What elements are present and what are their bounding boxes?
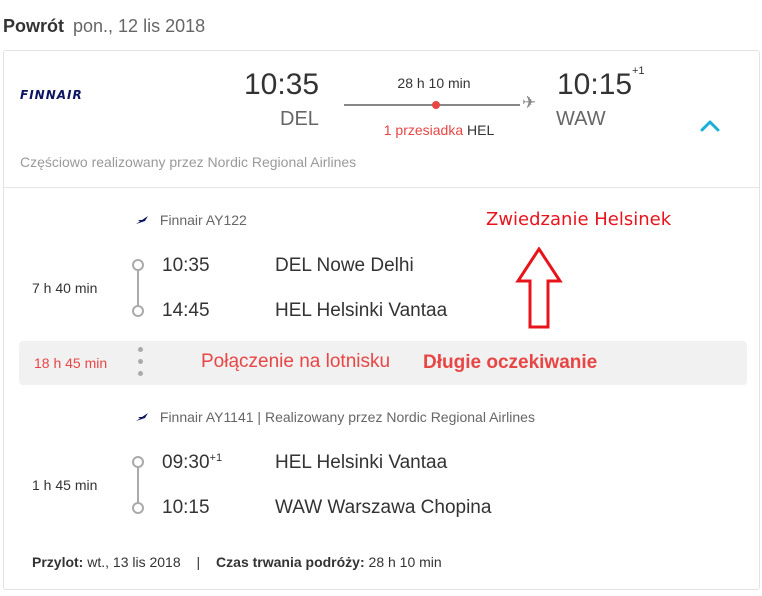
stops-info: 1 przesiadka HEL bbox=[344, 122, 534, 138]
plane-icon: ✈ bbox=[522, 93, 537, 112]
trip-duration-value: 28 h 10 min bbox=[368, 554, 442, 570]
departure-time: 10:35 bbox=[244, 68, 320, 101]
segment-1-duration: 7 h 40 min bbox=[32, 280, 98, 296]
stop-dot bbox=[432, 101, 440, 109]
total-duration: 28 h 10 min bbox=[397, 75, 471, 91]
timeline-end-dot bbox=[132, 305, 144, 317]
layover-text: Połączenie na lotnisku bbox=[201, 351, 391, 372]
flight-card: FINNAIR 10:35 DEL 28 h 10 min ✈ 1 przesi… bbox=[3, 50, 760, 590]
layover-duration: 18 h 45 min bbox=[34, 355, 108, 371]
return-header: Powrót pon., 12 lis 2018 bbox=[3, 16, 205, 37]
trip-footer: Przylot: wt., 13 lis 2018 | Czas trwania… bbox=[32, 554, 442, 570]
finnair-icon bbox=[136, 216, 148, 224]
arrival-date: wt., 13 lis 2018 bbox=[87, 554, 181, 570]
trip-duration-label: Czas trwania podróży: bbox=[216, 554, 365, 570]
annotation-arrow-icon bbox=[515, 247, 563, 329]
segment-2-dep-time: 09:30+1 bbox=[162, 452, 222, 474]
segment-2-arr-time: 10:15 bbox=[162, 497, 210, 518]
finnair-icon bbox=[136, 413, 148, 421]
segment-1-arr-place: HEL Helsinki Vantaa bbox=[275, 300, 448, 321]
chevron-up-icon[interactable] bbox=[698, 114, 722, 138]
segment-1-dep-time: 10:35 bbox=[162, 255, 210, 276]
segment-1-arr-time: 14:45 bbox=[162, 300, 210, 321]
arrival-day-offset: +1 bbox=[632, 65, 645, 77]
segment-2-arr-place: WAW Warszawa Chopina bbox=[275, 497, 492, 518]
footer-separator: | bbox=[196, 554, 201, 570]
timeline-start-dot bbox=[132, 456, 144, 468]
layover-row: 18 h 45 min Połączenie na lotnisku Długi… bbox=[19, 341, 747, 385]
return-label: Powrót bbox=[3, 16, 64, 36]
finnair-logo: FINNAIR bbox=[20, 88, 83, 102]
departure-airport-code: DEL bbox=[280, 108, 319, 130]
segment-2-airline: Finnair AY1141 | Realizowany przez Nordi… bbox=[134, 409, 535, 425]
arrival-time: 10:15 bbox=[557, 68, 633, 101]
annotation-text: Zwiedzanie Helsinek bbox=[486, 209, 672, 230]
stops-count: 1 przesiadka bbox=[383, 122, 464, 138]
return-date: pon., 12 lis 2018 bbox=[73, 16, 206, 36]
segment-1-airline: Finnair AY122 bbox=[134, 212, 247, 228]
segment-2-dep-time-value: 09:30 bbox=[162, 452, 210, 473]
operated-by-note: Częściowo realizowany przez Nordic Regio… bbox=[20, 154, 357, 170]
segment-2-day-offset: +1 bbox=[209, 452, 223, 464]
timeline-end-dot bbox=[132, 502, 144, 514]
layover-dots-icon bbox=[138, 347, 144, 379]
segment-1-dep-place: DEL Nowe Delhi bbox=[275, 255, 414, 276]
timeline-start-dot bbox=[132, 259, 144, 271]
stops-airport-code: HEL bbox=[467, 122, 495, 138]
arrival-label: Przylot: bbox=[32, 554, 84, 570]
layover-warning: Długie oczekiwanie bbox=[423, 352, 598, 373]
segment-2-dep-place: HEL Helsinki Vantaa bbox=[275, 452, 448, 473]
segment-1-flight: Finnair AY122 bbox=[159, 212, 247, 228]
segment-2-flight: Finnair AY1141 | Realizowany przez Nordi… bbox=[159, 409, 535, 425]
arrival-airport-code: WAW bbox=[556, 108, 606, 130]
divider bbox=[4, 187, 759, 188]
segment-2-duration: 1 h 45 min bbox=[32, 477, 98, 493]
